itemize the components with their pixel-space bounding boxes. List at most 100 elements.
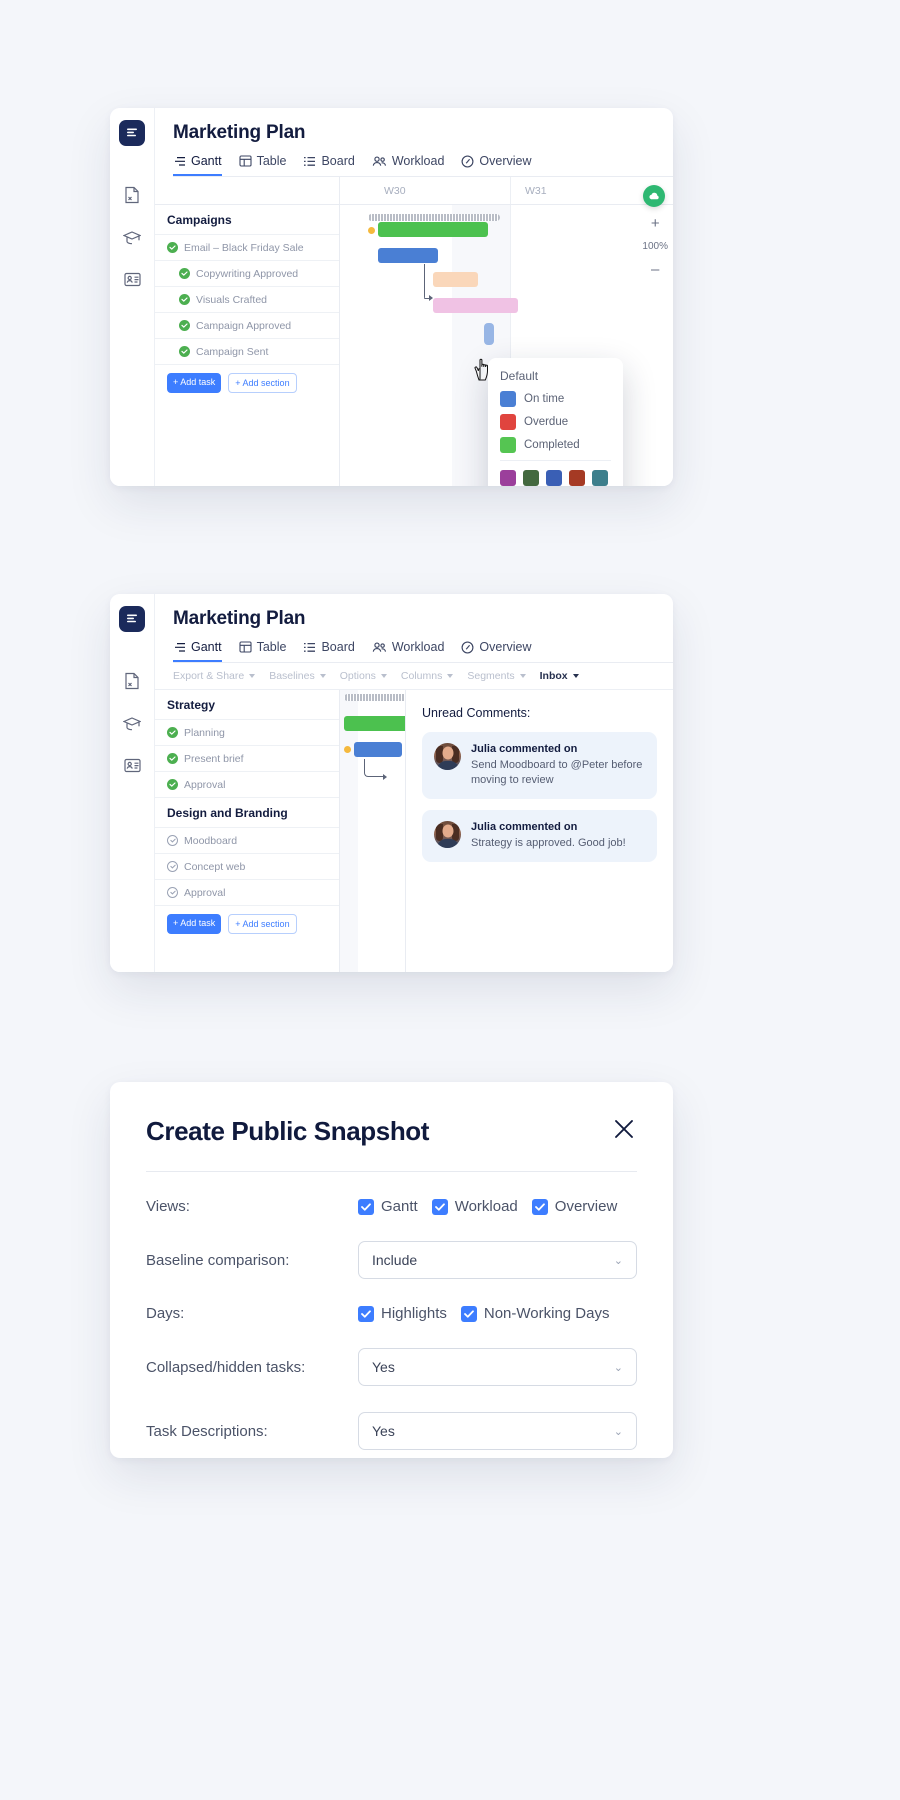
graduation-cap-icon[interactable] xyxy=(123,716,141,732)
section-campaigns[interactable]: Campaigns xyxy=(155,205,339,235)
logo-icon[interactable] xyxy=(119,120,145,146)
task-bar-peach[interactable] xyxy=(433,272,478,287)
color-picker-popup[interactable]: Default On time Overdue Completed xyxy=(488,358,623,486)
status-done-icon xyxy=(179,346,190,357)
checkbox-non-working-days[interactable]: Non-Working Days xyxy=(460,1305,610,1322)
task-row[interactable]: Copywriting Approved xyxy=(155,261,339,287)
palette-swatch[interactable] xyxy=(546,470,562,486)
task-row[interactable]: Concept web xyxy=(155,854,339,880)
swatch-on-time xyxy=(500,391,516,407)
palette-swatch[interactable] xyxy=(592,470,608,486)
task-row[interactable]: Approval xyxy=(155,880,339,906)
palette-swatch[interactable] xyxy=(523,470,539,486)
comment-item[interactable]: Julia commented on Strategy is approved.… xyxy=(422,809,657,862)
task-bar-green[interactable] xyxy=(378,222,488,237)
status-option-on-time[interactable]: On time xyxy=(500,391,611,407)
close-icon[interactable] xyxy=(611,1116,637,1142)
swatch-completed xyxy=(500,437,516,453)
section-design-branding[interactable]: Design and Branding xyxy=(155,798,339,828)
popup-divider xyxy=(500,460,611,461)
status-option-overdue[interactable]: Overdue xyxy=(500,414,611,430)
summary-bar[interactable] xyxy=(368,214,500,221)
document-icon[interactable] xyxy=(124,186,140,204)
task-list-1: Campaigns Email – Black Friday Sale Copy… xyxy=(155,177,340,486)
task-row[interactable]: Approval xyxy=(155,772,339,798)
task-bar-blue[interactable] xyxy=(354,742,402,757)
palette-swatch[interactable] xyxy=(569,470,585,486)
toolbar-label: Inbox xyxy=(539,670,568,682)
task-descriptions-select[interactable]: Yes ⌄ xyxy=(358,1412,637,1450)
tab-workload[interactable]: Workload xyxy=(372,154,444,176)
tab-gantt[interactable]: Gantt xyxy=(173,640,222,662)
toolbar-label: Export & Share xyxy=(173,670,245,682)
zoom-out-button[interactable]: – xyxy=(651,261,659,278)
toolbar-columns[interactable]: Columns xyxy=(401,670,454,682)
weekend-shade xyxy=(340,690,358,972)
contact-card-icon[interactable] xyxy=(123,272,141,287)
document-icon[interactable] xyxy=(124,672,140,690)
descriptions-select-wrap: Yes ⌄ xyxy=(358,1412,637,1450)
task-bar-green[interactable] xyxy=(344,716,410,731)
row-task-descriptions: Task Descriptions: Yes ⌄ xyxy=(110,1412,673,1450)
task-bar-partial[interactable] xyxy=(484,323,494,345)
contact-card-icon[interactable] xyxy=(123,758,141,773)
chevron-down-icon xyxy=(380,674,387,678)
row-collapsed-hidden-tasks: Collapsed/hidden tasks: Yes ⌄ xyxy=(110,1348,673,1386)
add-task-button[interactable]: + Add task xyxy=(167,914,222,934)
chevron-down-icon xyxy=(572,674,579,678)
tab-overview[interactable]: Overview xyxy=(461,640,532,662)
graduation-cap-icon[interactable] xyxy=(123,230,141,246)
task-row[interactable]: Campaign Sent xyxy=(155,339,339,365)
tab-gantt[interactable]: Gantt xyxy=(173,154,222,176)
tab-table[interactable]: Table xyxy=(239,154,287,176)
tab-workload[interactable]: Workload xyxy=(372,640,444,662)
palette-swatch[interactable] xyxy=(500,470,516,486)
task-bar-blue[interactable] xyxy=(378,248,438,263)
baseline-select-wrap: Include ⌄ xyxy=(358,1241,637,1279)
status-option-completed[interactable]: Completed xyxy=(500,437,611,453)
checkbox-highlights[interactable]: Highlights xyxy=(358,1305,447,1322)
toolbar-segments[interactable]: Segments xyxy=(467,670,526,682)
task-row[interactable]: Present brief xyxy=(155,746,339,772)
milestone-dot[interactable] xyxy=(344,746,351,753)
task-row[interactable]: Campaign Approved xyxy=(155,313,339,339)
tab-board[interactable]: Board xyxy=(303,154,355,176)
zoom-in-button[interactable]: + xyxy=(651,215,660,232)
comment-item[interactable]: Julia commented on Send Moodboard to @Pe… xyxy=(422,732,657,799)
page-title: Marketing Plan xyxy=(173,122,306,143)
add-section-button[interactable]: + Add section xyxy=(228,373,297,393)
collapsed-hidden-tasks-select[interactable]: Yes ⌄ xyxy=(358,1348,637,1386)
toolbar-export-share[interactable]: Export & Share xyxy=(173,670,256,682)
tab-table-label: Table xyxy=(256,154,287,168)
comments-heading: Unread Comments: xyxy=(422,706,531,720)
toolbar-baselines[interactable]: Baselines xyxy=(269,670,326,682)
status-open-icon xyxy=(167,887,178,898)
logo-icon[interactable] xyxy=(119,606,145,632)
task-row[interactable]: Planning xyxy=(155,720,339,746)
cloud-save-button[interactable] xyxy=(643,185,665,207)
tab-table[interactable]: Table xyxy=(239,640,286,662)
toolbar-options[interactable]: Options xyxy=(340,670,387,682)
add-task-button[interactable]: + Add task xyxy=(167,373,222,393)
section-strategy[interactable]: Strategy xyxy=(155,690,339,720)
task-row[interactable]: Visuals Crafted xyxy=(155,287,339,313)
checkbox-workload[interactable]: Workload xyxy=(431,1198,518,1215)
checkbox-overview[interactable]: Overview xyxy=(531,1198,617,1215)
task-label: Moodboard xyxy=(184,834,238,847)
checkbox-gantt[interactable]: Gantt xyxy=(358,1198,418,1215)
view-tabs-2: Gantt Table Board Workload Overview xyxy=(173,640,673,662)
task-bar-pink[interactable] xyxy=(433,298,518,313)
checkbox-checked-icon xyxy=(358,1305,374,1322)
milestone-dot[interactable] xyxy=(368,227,375,234)
status-done-icon xyxy=(167,242,178,253)
baseline-comparison-select[interactable]: Include ⌄ xyxy=(358,1241,637,1279)
tab-board[interactable]: Board xyxy=(303,640,355,662)
add-section-button[interactable]: + Add section xyxy=(228,914,297,934)
task-row[interactable]: Email – Black Friday Sale xyxy=(155,235,339,261)
task-row[interactable]: Moodboard xyxy=(155,828,339,854)
tab-overview[interactable]: Overview xyxy=(461,154,532,176)
app-body-2: Marketing Plan Gantt Table Board Workloa… xyxy=(155,594,673,972)
task-list-2: Strategy Planning Present brief Approval… xyxy=(155,690,340,972)
checkbox-label: Non-Working Days xyxy=(483,1305,610,1322)
toolbar-inbox[interactable]: Inbox xyxy=(540,670,579,682)
